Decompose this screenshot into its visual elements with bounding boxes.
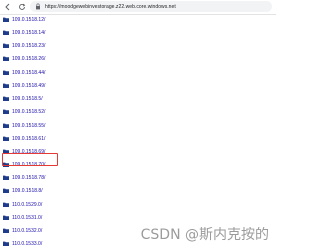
list-item[interactable]: 109.0.1518.49/	[3, 81, 45, 90]
lock-icon	[34, 3, 42, 11]
folder-icon	[3, 83, 9, 88]
list-item[interactable]: 109.0.1518.5/	[3, 94, 43, 103]
back-icon[interactable]	[4, 3, 12, 11]
folder-icon	[3, 109, 9, 114]
directory-link[interactable]: 109.0.1518.52/	[12, 109, 45, 115]
directory-link[interactable]: 109.0.1518.12/	[12, 17, 45, 23]
list-item[interactable]: 110.0.1533.0/	[3, 239, 42, 248]
list-item[interactable]: 109.0.1518.78/	[3, 173, 45, 182]
list-item[interactable]: 109.0.1518.12/	[3, 15, 45, 24]
folder-icon	[3, 188, 9, 193]
directory-link[interactable]: 109.0.1518.44/	[12, 70, 45, 76]
directory-link[interactable]: 110.0.1532.0/	[12, 228, 42, 234]
directory-link[interactable]: 109.0.1518.55/	[12, 123, 45, 129]
folder-icon	[3, 17, 9, 22]
directory-link[interactable]: 110.0.1529.0/	[12, 202, 42, 208]
address-bar[interactable]: https://moodgewebinvestorage.z22.web.cor…	[30, 1, 272, 12]
folder-icon	[3, 241, 9, 246]
directory-link[interactable]: 109.0.1518.8/	[12, 188, 43, 194]
folder-icon	[3, 96, 9, 101]
directory-link[interactable]: 109.0.1518.5/	[12, 96, 43, 102]
highlight-box	[2, 153, 58, 166]
directory-link[interactable]: 110.0.1531.0/	[12, 215, 42, 221]
list-item[interactable]: 109.0.1518.44/	[3, 68, 45, 77]
folder-icon	[3, 175, 9, 180]
list-item[interactable]: 109.0.1518.23/	[3, 41, 45, 50]
url-text: https://moodgewebinvestorage.z22.web.cor…	[45, 3, 176, 10]
watermark: CSDN @斯内克按的	[140, 227, 269, 243]
folder-icon	[3, 202, 9, 207]
directory-link[interactable]: 109.0.1518.26/	[12, 56, 45, 62]
list-item[interactable]: 109.0.1518.8/	[3, 186, 43, 195]
folder-icon	[3, 123, 9, 128]
list-item[interactable]: 110.0.1532.0/	[3, 226, 42, 235]
refresh-icon[interactable]	[18, 3, 26, 11]
folder-icon	[3, 215, 9, 220]
list-item[interactable]: 109.0.1518.61/	[3, 134, 45, 143]
folder-icon	[3, 136, 9, 141]
folder-icon	[3, 43, 9, 48]
list-item[interactable]: 110.0.1529.0/	[3, 200, 42, 209]
directory-link[interactable]: 109.0.1518.14/	[12, 30, 45, 36]
folder-icon	[3, 30, 9, 35]
folder-icon	[3, 70, 9, 75]
list-item[interactable]: 109.0.1518.52/	[3, 107, 45, 116]
folder-icon	[3, 56, 9, 61]
directory-link[interactable]: 109.0.1518.61/	[12, 136, 45, 142]
directory-link[interactable]: 110.0.1533.0/	[12, 241, 42, 247]
list-item[interactable]: 109.0.1518.55/	[3, 121, 45, 130]
folder-icon	[3, 228, 9, 233]
list-item[interactable]: 109.0.1518.26/	[3, 54, 45, 63]
browser-toolbar: https://moodgewebinvestorage.z22.web.cor…	[0, 0, 276, 15]
directory-link[interactable]: 109.0.1518.49/	[12, 83, 45, 89]
directory-link[interactable]: 109.0.1518.78/	[12, 175, 45, 181]
list-item[interactable]: 109.0.1518.14/	[3, 28, 45, 37]
list-item[interactable]: 110.0.1531.0/	[3, 213, 42, 222]
directory-link[interactable]: 109.0.1518.23/	[12, 43, 45, 49]
